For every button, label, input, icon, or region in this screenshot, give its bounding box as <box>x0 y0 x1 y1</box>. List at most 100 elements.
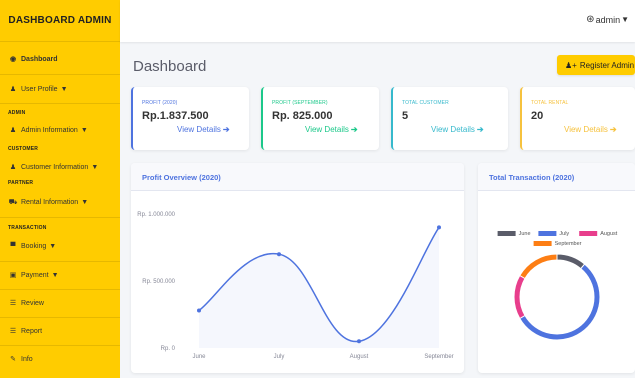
sidebar-item-booking[interactable]: ▀ Booking ▼ <box>0 239 120 253</box>
profit-line-chart: Rp. 0 Rp. 500.000 Rp. 1.000.000 June July Aug… <box>137 212 453 360</box>
user-circle-icon: ⊛ <box>586 14 595 25</box>
edit-icon: ✎ <box>10 356 16 363</box>
stat-card-value: 20 <box>531 110 544 122</box>
chevron-down-icon: ▼ <box>51 271 59 279</box>
stat-card-label: TOTAL RENTAL <box>531 100 569 106</box>
profit-overview-panel: Profit Overview (2020) Rp. 0 Rp. 500.000 R… <box>131 163 464 373</box>
user-menu[interactable]: ⊛ admin ▼ <box>586 14 629 25</box>
stat-card-label: PROFIT (SEPTEMBER) <box>272 100 328 106</box>
y-tick-label: Rp. 0 <box>161 346 176 352</box>
arrow-right-icon: ➔ <box>476 125 484 134</box>
view-details-label: View Details <box>564 125 608 134</box>
transaction-donut-chart: June July August September <box>497 231 618 341</box>
arrow-right-icon: ➔ <box>609 125 617 134</box>
sidebar-item-label: User Profile <box>21 85 58 93</box>
data-point[interactable] <box>277 252 281 257</box>
stat-card-value: 5 <box>402 110 409 122</box>
legend-swatch <box>579 231 598 236</box>
sidebar-item-customer-information[interactable]: ♟ Customer Information ▼ <box>0 160 120 174</box>
divider <box>0 217 120 218</box>
view-details-label: View Details <box>305 125 349 134</box>
cart-icon: ▀ <box>10 242 16 250</box>
stat-card-value: Rp. 825.000 <box>272 110 333 122</box>
chevron-down-icon: ▼ <box>49 242 57 250</box>
sidebar-item-payment[interactable]: ▣ Payment ▼ <box>0 268 120 282</box>
money-icon: ▣ <box>9 272 17 279</box>
section-heading-admin: ADMIN <box>8 110 26 116</box>
x-tick-label: August <box>350 354 369 360</box>
data-point[interactable] <box>197 308 201 313</box>
legend-label[interactable]: September <box>555 241 582 247</box>
stat-card-value: Rp.1.837.500 <box>142 110 209 122</box>
chevron-down-icon: ▼ <box>60 85 68 93</box>
tachometer-icon: ◉ <box>9 56 17 63</box>
user-name: admin <box>595 14 621 25</box>
stat-card-label: PROFIT (2020) <box>142 100 178 106</box>
legend-label[interactable]: August <box>600 231 618 237</box>
topbar: ⊛ admin ▼ <box>120 0 635 42</box>
sidebar-item-label: Booking <box>21 242 47 250</box>
sidebar-item-label: Report <box>21 327 43 335</box>
view-details-link[interactable]: View Details ➔ <box>177 125 230 134</box>
divider <box>0 74 120 75</box>
x-tick-label: June <box>192 354 206 360</box>
legend-swatch <box>538 231 557 236</box>
legend-swatch <box>533 241 552 246</box>
chevron-down-icon: ▼ <box>91 163 99 171</box>
view-details-label: View Details <box>431 125 475 134</box>
y-tick-label: Rp. 500.000 <box>142 279 175 285</box>
donut-slice-september[interactable] <box>519 253 558 280</box>
section-heading-transaction: TRANSACTION <box>8 225 47 231</box>
chevron-down-icon: ▼ <box>80 126 88 134</box>
users-icon: ♟ <box>9 164 17 171</box>
arrow-right-icon: ➔ <box>350 125 358 134</box>
sidebar-item-info[interactable]: ✎ Info <box>0 352 120 366</box>
stat-card-total-rental: TOTAL RENTAL 20 View Details ➔ <box>520 87 635 150</box>
section-heading-partner: PARTNER <box>8 180 34 186</box>
x-tick-label: July <box>274 354 285 360</box>
divider <box>0 345 120 346</box>
sidebar: DASHBOARD ADMIN ◉ Dashboard ♟ User Profi… <box>0 0 120 378</box>
sidebar-item-label: Info <box>21 355 33 363</box>
legend-swatch <box>497 231 516 236</box>
legend-label[interactable]: July <box>559 231 569 237</box>
view-details-link[interactable]: View Details ➔ <box>431 125 484 134</box>
sidebar-item-label: Rental Information <box>21 198 79 206</box>
list-icon: ☰ <box>9 328 17 335</box>
page-title: Dashboard <box>133 58 207 75</box>
view-details-label: View Details <box>177 125 221 134</box>
sidebar-item-user-profile[interactable]: ♟ User Profile ▼ <box>0 82 120 96</box>
sidebar-item-label: Review <box>21 299 44 307</box>
sidebar-item-label: Dashboard <box>21 55 58 63</box>
divider <box>0 317 120 318</box>
user-icon: ♟ <box>9 86 17 93</box>
profit-area-fill <box>199 227 439 348</box>
stat-card-profit-year: PROFIT (2020) Rp.1.837.500 View Details ➔ <box>131 87 249 150</box>
total-transaction-panel: Total Transaction (2020) June July August S… <box>478 163 635 373</box>
arrow-right-icon: ➔ <box>222 125 230 134</box>
stat-card-total-customer: TOTAL CUSTOMER 5 View Details ➔ <box>391 87 508 150</box>
sidebar-item-review[interactable]: ☰ Review <box>0 296 120 310</box>
brand-title[interactable]: DASHBOARD ADMIN <box>0 0 120 42</box>
donut-slice-july[interactable] <box>519 263 601 341</box>
chevron-down-icon: ▼ <box>81 198 89 206</box>
stat-card-label: TOTAL CUSTOMER <box>402 100 449 106</box>
sidebar-item-rental-information[interactable]: ⛟ Rental Information ▼ <box>0 195 120 209</box>
list-icon: ☰ <box>9 300 17 307</box>
divider <box>0 289 120 290</box>
register-admin-button[interactable]: ♟+ Register Admin <box>557 55 635 75</box>
divider <box>0 103 120 104</box>
sidebar-item-admin-information[interactable]: ♟ Admin Information ▼ <box>0 123 120 137</box>
sidebar-item-report[interactable]: ☰ Report <box>0 324 120 338</box>
stat-card-profit-month: PROFIT (SEPTEMBER) Rp. 825.000 View Deta… <box>261 87 379 150</box>
sidebar-item-dashboard[interactable]: ◉ Dashboard <box>0 52 120 66</box>
data-point[interactable] <box>437 225 441 230</box>
view-details-link[interactable]: View Details ➔ <box>305 125 358 134</box>
donut-slice-august[interactable] <box>513 274 526 320</box>
legend-label[interactable]: June <box>519 231 531 237</box>
car-icon: ⛟ <box>8 198 18 206</box>
data-point[interactable] <box>357 339 361 344</box>
donut-slice-june[interactable] <box>556 253 586 270</box>
x-tick-label: September <box>424 354 453 360</box>
view-details-link[interactable]: View Details ➔ <box>564 125 617 134</box>
